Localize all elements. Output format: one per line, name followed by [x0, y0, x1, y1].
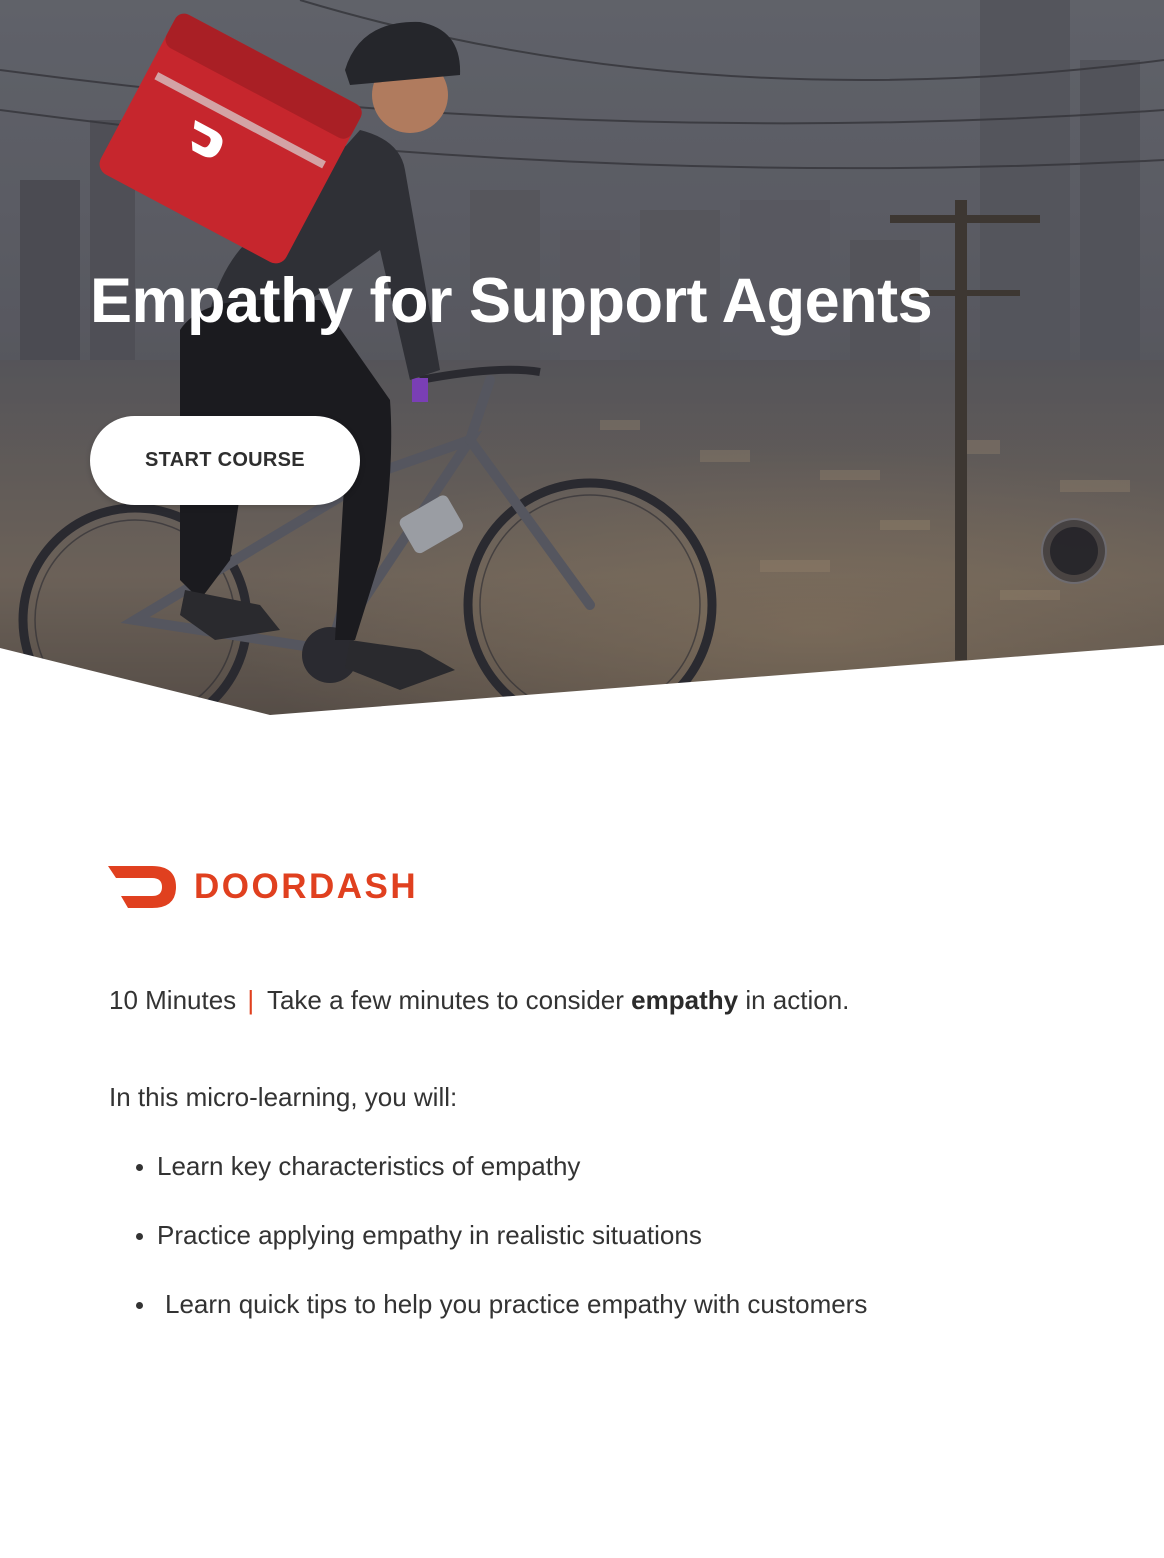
doordash-logo: DOORDASH — [108, 866, 418, 908]
meta-separator: | — [247, 985, 255, 1015]
objective-text: Learn key characteristics of empathy — [157, 1151, 581, 1181]
course-landing-page: Empathy for Support Agents START COURSE … — [0, 0, 1164, 1558]
bullet-icon — [136, 1302, 143, 1309]
scroll-indicator-icon[interactable] — [1041, 518, 1107, 584]
course-title: Empathy for Support Agents — [90, 266, 933, 336]
meta-description-end: in action. — [745, 985, 850, 1015]
course-meta: 10 Minutes | Take a few minutes to consi… — [109, 982, 849, 1018]
objective-text: Learn quick tips to help you practice em… — [165, 1289, 868, 1319]
objective-text: Practice applying empathy in realistic s… — [157, 1220, 702, 1250]
hero-banner: Empathy for Support Agents START COURSE — [0, 0, 1164, 720]
doordash-dash-icon — [108, 866, 176, 908]
meta-description-start: Take a few minutes to consider — [266, 985, 624, 1015]
list-item: Learn key characteristics of empathy — [136, 1148, 867, 1184]
hero-image — [0, 0, 1164, 720]
bullet-icon — [136, 1164, 143, 1171]
list-item: Learn quick tips to help you practice em… — [136, 1286, 867, 1322]
bullet-icon — [136, 1233, 143, 1240]
brand-name: DOORDASH — [194, 867, 419, 906]
objectives-list: Learn key characteristics of empathy Pra… — [136, 1148, 867, 1355]
objectives-intro: In this micro-learning, you will: — [109, 1082, 458, 1112]
list-item: Practice applying empathy in realistic s… — [136, 1217, 867, 1253]
meta-description-bold: empathy — [631, 985, 739, 1015]
start-course-button[interactable]: START COURSE — [90, 416, 360, 505]
course-duration: 10 Minutes — [109, 985, 237, 1015]
